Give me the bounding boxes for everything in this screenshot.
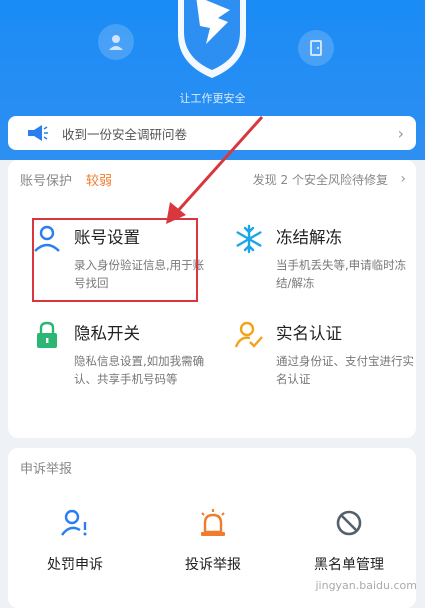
survey-text: 收到一份安全调研问卷	[62, 126, 188, 142]
account-protection-header[interactable]: 账号保护 较弱 发现 2 个安全风险待修复 ›	[8, 160, 416, 198]
person-icon[interactable]	[98, 24, 134, 60]
feature-desc: 隐私信息设置,如加我需确认、共享手机号码等	[74, 354, 205, 386]
snowflake-icon	[236, 224, 262, 254]
option-report[interactable]: 投诉举报	[148, 508, 278, 574]
chevron-right-icon: ›	[397, 124, 404, 143]
dingtalk-shield-icon	[178, 0, 246, 78]
megaphone-icon	[28, 125, 48, 141]
door-icon[interactable]	[298, 30, 334, 66]
option-name: 投诉举报	[185, 557, 241, 573]
section-title: 账号保护	[20, 173, 73, 189]
feature-name: 隐私开关	[74, 324, 140, 343]
block-icon	[336, 510, 362, 536]
highlight-box	[32, 218, 198, 302]
chevron-right-icon: ›	[400, 171, 406, 187]
section-title: 申诉举报	[20, 461, 73, 477]
risk-summary[interactable]: 发现 2 个安全风险待修复	[253, 171, 388, 188]
feature-name: 冻结解冻	[276, 228, 342, 247]
person-check-icon	[234, 321, 263, 348]
feature-desc: 当手机丢失等,申请临时冻结/解冻	[276, 258, 407, 290]
complaint-header: 申诉举报	[8, 448, 416, 486]
survey-banner[interactable]: 收到一份安全调研问卷 ›	[8, 116, 416, 150]
feature-name: 实名认证	[276, 324, 342, 343]
watermark: jingyan.baidu.com	[315, 579, 417, 592]
feature-desc: 通过身份证、支付宝进行实名认证	[276, 354, 414, 386]
option-penalty-appeal[interactable]: 处罚申诉	[10, 508, 140, 574]
strength-badge: 较弱	[86, 173, 113, 189]
option-name: 黑名单管理	[314, 557, 384, 573]
lock-icon	[37, 321, 57, 348]
siren-icon	[201, 509, 225, 536]
hero-tagline: 让工作更安全	[179, 92, 246, 105]
option-name: 处罚申诉	[47, 557, 103, 573]
option-blacklist[interactable]: 黑名单管理	[284, 508, 414, 574]
person-alert-icon	[61, 509, 87, 536]
